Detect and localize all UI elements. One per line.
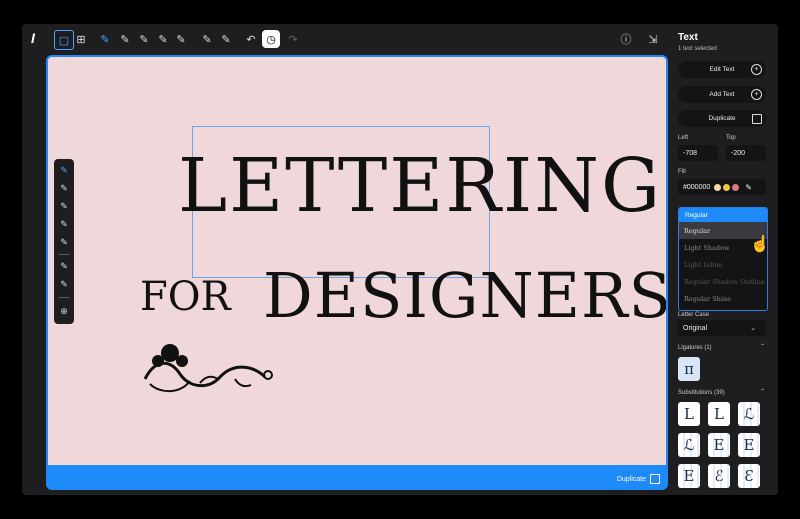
duplicate-icon [650,474,660,484]
add-text-button[interactable]: Add Text + [678,86,766,103]
lettering-text[interactable]: LETTERING [178,149,662,223]
substitution-tile[interactable]: L [678,402,700,426]
palette-eraser-icon[interactable]: ✎ [57,277,71,291]
redo-icon[interactable]: ↷ [284,30,302,48]
palette-pen-icon[interactable]: ✎ [57,163,71,177]
palette-add-icon[interactable]: ⊕ [57,304,71,318]
canvas-stage: LETTERING FOR DESIGNERS ✎ ✎ ✎ ✎ ✎ ✎ ✎ ⊕ … [46,55,668,490]
history-icon[interactable]: ◷ [262,30,280,48]
palette-curve-icon[interactable]: ✎ [57,199,71,213]
hand-cursor-icon: ☝ [750,236,770,253]
pen-tool-icon[interactable]: ✎ [96,30,114,48]
top-label: Top [726,135,736,141]
substitution-tile[interactable]: ℒ [678,433,700,457]
swatch-1[interactable] [714,183,722,191]
option-regular-shadow-outline[interactable]: Regular Shadow Outline [679,273,767,290]
swatch-2[interactable] [723,183,731,191]
for-text[interactable]: FOR [140,277,231,317]
left-input[interactable]: -708 [678,145,718,161]
edit-text-button[interactable]: Edit Text + [678,61,766,78]
add-text-label: Add Text [709,91,735,98]
floral-ornament [143,344,273,393]
palette-node-icon[interactable]: ✎ [57,181,71,195]
substitutions-label: Substitutions (39) [678,390,725,396]
line-tool-icon[interactable]: ✎ [154,30,172,48]
chevron-up-icon[interactable]: ⌃ [760,388,765,395]
option-regular-shine[interactable]: Regular Shine [679,290,767,307]
eyedropper-icon[interactable]: ✎ [745,183,752,192]
substitution-tile[interactable]: E [708,433,730,457]
fill-value: #000000 [683,183,711,191]
option-light-inline[interactable]: Light Inline [679,256,767,273]
substitution-tile[interactable]: ℰ [708,464,730,488]
dropdown-selected[interactable]: Regular [679,208,767,222]
letter-case-label: Letter Case [678,312,710,318]
ligatures-label: Ligatures (1) [678,345,712,351]
duplicate-label: Duplicate [708,115,736,122]
duplicate-button[interactable]: Duplicate [678,110,766,127]
letter-case-value: Original [683,324,708,332]
properties-panel: Text 1 text selected Edit Text + Add Tex… [672,24,778,495]
eraser-tool-icon[interactable]: ✎ [217,30,235,48]
edit-text-label: Edit Text [709,66,735,73]
curve-tool-icon[interactable]: ✎ [135,30,153,48]
tool-palette: ✎ ✎ ✎ ✎ ✎ ✎ ✎ ⊕ [54,159,74,324]
panel-title: Text [678,32,698,43]
fill-label: Fill [678,169,686,175]
fill-input[interactable]: #000000 ✎ [678,179,766,195]
undo-icon[interactable]: ↶ [242,30,260,48]
panel-subtitle: 1 text selected [678,46,717,52]
substitution-tile[interactable]: Ɛ [738,464,760,488]
palette-divider [58,297,70,298]
palette-line-icon[interactable]: ✎ [57,217,71,231]
font-style-dropdown[interactable]: Regular Regular Light Shadow Light Inlin… [678,207,768,311]
substitution-tile[interactable]: E [678,464,700,488]
brush-tool-icon[interactable]: ✎ [198,30,216,48]
substitution-tile[interactable]: L [708,402,730,426]
ligature-tile[interactable]: π [678,357,700,381]
anchor-tool-icon[interactable]: ✎ [172,30,190,48]
top-input[interactable]: -200 [726,145,766,161]
palette-anchor-icon[interactable]: ✎ [57,235,71,249]
swatch-3[interactable] [732,183,740,191]
palette-brush-icon[interactable]: ✎ [57,259,71,273]
duplicate-bottom-label: Duplicate [616,475,646,483]
export-icon[interactable]: ⇲ [644,30,662,48]
chevron-down-icon: ⌄ [750,325,756,332]
chevron-up-icon[interactable]: ⌃ [760,343,765,350]
app-logo: I [31,30,35,46]
plus-circle-icon: + [751,89,762,100]
app-window: I ▢ ⊞ ✎ ✎ ✎ ✎ ✎ ✎ ✎ ↶ ◷ ↷ ⓘ ⇲ LETTERING … [22,24,778,495]
grid-icon[interactable]: ⊞ [72,30,90,48]
letter-case-select[interactable]: Original ⌄ [678,320,766,336]
info-icon[interactable]: ⓘ [617,30,635,48]
select-frame-icon[interactable]: ▢ [54,30,74,50]
plus-circle-icon: + [751,64,762,75]
substitution-tile[interactable]: E [738,433,760,457]
designers-text[interactable]: DESIGNERS [263,265,666,327]
palette-divider [58,254,70,255]
duplicate-icon [752,114,762,124]
top-toolbar: I ▢ ⊞ ✎ ✎ ✎ ✎ ✎ ✎ ✎ ↶ ◷ ↷ ⓘ ⇲ [22,24,672,54]
duplicate-bottom-button[interactable]: Duplicate [617,474,660,484]
node-tool-icon[interactable]: ✎ [116,30,134,48]
substitution-tile[interactable]: ℒ [738,402,760,426]
artboard[interactable]: LETTERING FOR DESIGNERS ✎ ✎ ✎ ✎ ✎ ✎ ✎ ⊕ [48,57,666,465]
left-label: Left [678,135,689,141]
